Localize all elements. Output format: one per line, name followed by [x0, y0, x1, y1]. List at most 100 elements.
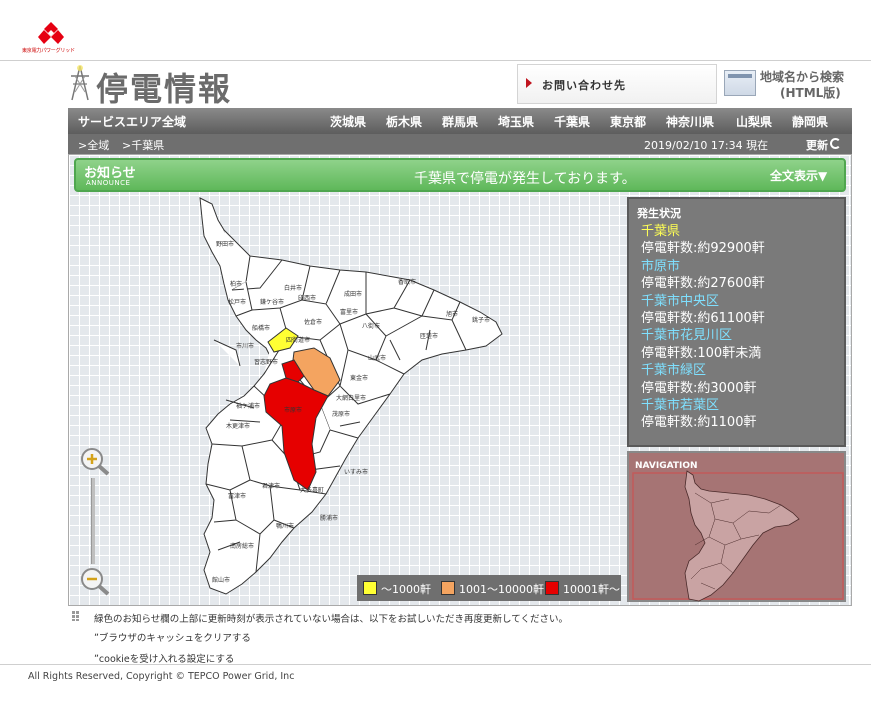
- nav-pref-tokyo[interactable]: 東京都: [610, 113, 646, 130]
- map-label: 袖ケ浦市: [236, 402, 260, 410]
- page-title-area: 停電情報: [68, 62, 258, 108]
- status-city-name[interactable]: 千葉市中央区: [641, 293, 841, 310]
- window-thumbnail-icon: [724, 70, 756, 96]
- chiba-map[interactable]: 野田市 柏市 松戸市 市川市 船橋市 習志野市 鎌ケ谷市 白井市 印西市 成田市…: [190, 190, 520, 602]
- map-label: 成田市: [344, 290, 362, 298]
- map-label: いすみ市: [344, 468, 368, 476]
- map-label: 君津市: [262, 482, 280, 490]
- legend-swatch-high: [545, 581, 559, 595]
- nav-pref-yamanashi[interactable]: 山梨県: [736, 113, 772, 130]
- map-label: 市原市: [284, 406, 302, 414]
- legend-swatch-mid: [441, 581, 455, 595]
- zoom-slider[interactable]: [91, 478, 95, 564]
- footer-divider: [0, 664, 871, 665]
- status-city-name[interactable]: 市原市: [641, 258, 841, 275]
- breadcrumb-current[interactable]: >千葉県: [122, 137, 164, 153]
- map-label: 鎌ケ谷市: [260, 298, 284, 306]
- footer-bullet: ˮcookieを受け入れる設定にする: [94, 654, 235, 665]
- status-city-name[interactable]: 千葉市花見川区: [641, 327, 841, 344]
- area-search-sublabel: (HTML版): [780, 86, 841, 100]
- map-label: 木更津市: [226, 422, 250, 430]
- zoom-out-icon[interactable]: [78, 566, 112, 596]
- nav-pref-saitama[interactable]: 埼玉県: [498, 113, 534, 130]
- legend: 〜1000軒 1001〜10000軒 10001軒〜: [357, 575, 621, 601]
- power-tower-icon: [71, 65, 89, 101]
- status-city-count: 停電軒数:約27600軒: [641, 276, 765, 292]
- announce-subheading: ANNOUNCE: [86, 179, 131, 187]
- map-label: 旭市: [446, 310, 458, 318]
- nav-pref-shizuoka[interactable]: 静岡県: [792, 113, 828, 130]
- status-pref-count: 停電軒数:約92900軒: [641, 241, 765, 257]
- map-label: 香取市: [398, 278, 416, 286]
- legend-label-high: 10001軒〜: [563, 583, 620, 596]
- map-label: 山武市: [368, 354, 386, 362]
- breadcrumb-root[interactable]: >全域: [78, 137, 109, 153]
- map-label: 勝浦市: [320, 514, 338, 522]
- status-city-count: 停電軒数:約61100軒: [641, 310, 765, 326]
- map-label: 八街市: [362, 322, 380, 330]
- map-label: 佐倉市: [304, 318, 322, 326]
- logo-text: 東京電力パワーグリッド: [22, 48, 75, 54]
- copyright: All Rights Reserved, Copyright © TEPCO P…: [28, 671, 295, 682]
- zoom-in-icon[interactable]: [78, 446, 112, 476]
- map-label: 東金市: [350, 374, 368, 382]
- navigation-heading: NAVIGATION: [635, 461, 698, 471]
- footer-bullet-text: ブラウザのキャッシュをクリアする: [98, 633, 251, 644]
- nav-pref-kanagawa[interactable]: 神奈川県: [666, 113, 714, 130]
- map-label: 南房総市: [230, 542, 254, 550]
- nav-all-area[interactable]: サービスエリア全域: [78, 113, 186, 130]
- status-city-name[interactable]: 千葉市緑区: [641, 362, 841, 379]
- announce-bar: お知らせ ANNOUNCE 千葉県で停電が発生しております。 全文表示▼: [74, 158, 846, 192]
- nav-pref-ibaraki[interactable]: 茨城県: [330, 113, 366, 130]
- status-city-count: 停電軒数:100軒未満: [641, 345, 762, 361]
- legend-label-low: 〜1000軒: [381, 583, 431, 596]
- nav-pref-gunma[interactable]: 群馬県: [442, 113, 478, 130]
- nav-pref-chiba[interactable]: 千葉県: [554, 113, 590, 130]
- map-label: 船橋市: [252, 324, 270, 332]
- nav-pref-tochigi[interactable]: 栃木県: [386, 113, 422, 130]
- map-label: 銚子市: [472, 316, 490, 324]
- map-label: 市川市: [236, 342, 254, 350]
- note-grid-icon: [72, 611, 79, 621]
- status-heading: 発生状況: [637, 207, 681, 220]
- show-full-button[interactable]: 全文表示▼: [770, 167, 827, 184]
- navigation-panel[interactable]: NAVIGATION: [627, 451, 846, 602]
- tepco-logo-icon: [38, 22, 64, 44]
- area-search-link[interactable]: 地域名から検索 (HTML版): [722, 64, 862, 104]
- map-label: 鴨川市: [276, 522, 294, 530]
- map-label: 松戸市: [228, 298, 246, 306]
- map-label: 四街道市: [286, 336, 310, 344]
- status-list: 千葉県 停電軒数:約92900軒 市原市 停電軒数:約27600軒 千葉市中央区…: [641, 223, 841, 432]
- status-panel: 発生状況 千葉県 停電軒数:約92900軒 市原市 停電軒数:約27600軒 千…: [627, 197, 846, 447]
- map-label: 茂原市: [332, 410, 350, 418]
- refresh-button[interactable]: 更新: [806, 137, 828, 153]
- refresh-icon[interactable]: [830, 138, 841, 149]
- status-pref-name[interactable]: 千葉県: [641, 223, 841, 240]
- header-divider: [0, 60, 871, 61]
- map-label: 野田市: [216, 240, 234, 248]
- map-label: 富津市: [228, 492, 246, 500]
- navigation-minimap[interactable]: [629, 453, 848, 604]
- page-title: 停電情報: [96, 70, 233, 108]
- status-city-count: 停電軒数:約3000軒: [641, 380, 757, 396]
- map-label: 大網白里市: [336, 394, 366, 402]
- contact-button[interactable]: お問い合わせ先: [517, 64, 717, 104]
- arrow-right-icon: [526, 78, 532, 88]
- announce-message: 千葉県で停電が発生しております。: [414, 171, 636, 187]
- map-label: 習志野市: [254, 358, 278, 366]
- breadcrumb: >全域 >千葉県 2019/02/10 17:34 現在 更新: [68, 134, 852, 154]
- map-label: 匝瑳市: [420, 332, 438, 340]
- footer-note: 緑色のお知らせ欄の上部に更新時刻が表示されていない場合は、以下をお試しいただき再…: [94, 614, 568, 625]
- legend-label-mid: 1001〜10000軒: [459, 583, 544, 596]
- map-label: 柏市: [230, 280, 242, 288]
- tepco-logo: 東京電力パワーグリッド: [22, 22, 82, 56]
- status-city-name[interactable]: 千葉市若葉区: [641, 397, 841, 414]
- update-timestamp: 2019/02/10 17:34 現在: [644, 139, 769, 152]
- footer-bullet: ˮブラウザのキャッシュをクリアする: [94, 633, 251, 644]
- map-label: 館山市: [212, 576, 230, 584]
- map-label: 印西市: [298, 294, 316, 302]
- legend-swatch-low: [363, 581, 377, 595]
- map-label: 白井市: [284, 284, 302, 292]
- contact-label: お問い合わせ先: [542, 79, 626, 92]
- prefecture-nav: サービスエリア全域 茨城県 栃木県 群馬県 埼玉県 千葉県 東京都 神奈川県 山…: [68, 108, 852, 134]
